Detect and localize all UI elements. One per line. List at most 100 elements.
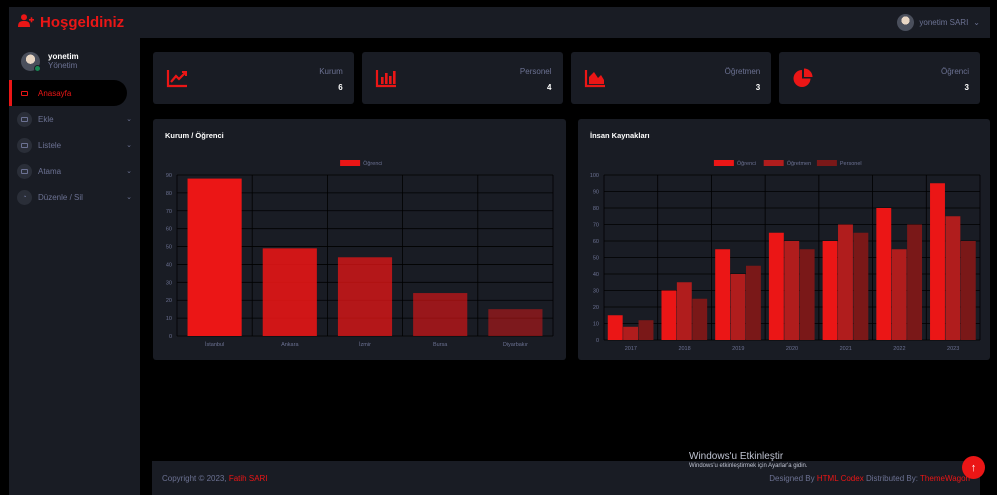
y-tick-label: 30 (166, 280, 172, 286)
x-tick-label: Diyarbakır (503, 342, 528, 348)
chart-area-icon (584, 70, 605, 88)
avatar (21, 51, 41, 72)
sidebar-nav: Anasayfa Ekle ⌄ Listele ⌄ Atama ⌄ ◔ Düze… (9, 80, 140, 210)
legend-label: Personel (840, 161, 862, 167)
stats-row: Kurum 6 Personel 4 Öğretmen 3 Öğrenci 3 (153, 52, 980, 104)
y-tick-label: 100 (590, 173, 599, 179)
sidebar-item-duzenle-sil[interactable]: ◔ Düzenle / Sil ⌄ (9, 184, 140, 210)
user-name: yonetim (48, 52, 79, 61)
y-tick-label: 0 (596, 338, 599, 344)
copyright: Copyright © 2023, Fatih SARI (162, 474, 268, 483)
copyright-text: Copyright © 2023, (162, 473, 227, 483)
credits: Designed By HTML Codex Distributed By: T… (769, 474, 970, 483)
y-tick-label: 70 (166, 209, 172, 215)
stat-value: 4 (547, 83, 552, 92)
y-tick-label: 30 (593, 289, 599, 295)
bar-personel-2022 (907, 224, 923, 340)
legend-label: Öğretmen (787, 160, 811, 167)
x-tick-label: Ankara (281, 342, 299, 348)
watermark-subtitle: Windows'u etkinleştirmek için Ayarlar'a … (689, 463, 808, 469)
app-frame: Hoşgeldiniz yonetim Yönetim Anasayfa Ekl… (9, 7, 990, 495)
bar-öğrenci-2018 (661, 290, 677, 340)
keyboard-icon (17, 163, 32, 179)
chevron-down-icon: ⌄ (126, 194, 132, 201)
y-tick-label: 70 (593, 223, 599, 229)
main-content: yonetim SARI ⌄ Kurum 6 Personel 4 Öğretm… (140, 7, 990, 495)
distributed-by-text: Distributed By: (865, 473, 918, 483)
bar-personel-2018 (692, 298, 708, 340)
topbar-user-label[interactable]: yonetim SARI (919, 18, 968, 27)
user-profile: yonetim Yönetim (9, 38, 140, 78)
chart-bar-icon (375, 70, 396, 88)
stat-value: 6 (338, 83, 343, 92)
bar-öğretmen-2019 (730, 274, 746, 340)
arrow-up-icon: ↑ (970, 461, 977, 474)
bar-personel-2019 (745, 265, 761, 340)
x-tick-label: İstanbul (205, 341, 224, 348)
bar-öğrenci-diyarbakır (488, 309, 543, 336)
bar-öğrenci-i̇stanbul (187, 178, 242, 336)
stat-label: Personel (519, 67, 552, 76)
legend-swatch (763, 160, 784, 166)
sidebar-item-label: Düzenle / Sil (38, 192, 83, 202)
sidebar-item-label: Ekle (38, 114, 54, 124)
chevron-down-icon[interactable]: ⌄ (973, 18, 980, 27)
back-to-top-button[interactable]: ↑ (962, 456, 985, 479)
sidebar-item-atama[interactable]: Atama ⌄ (9, 158, 140, 184)
x-tick-label: 2017 (625, 346, 637, 352)
sidebar-item-listele[interactable]: Listele ⌄ (9, 132, 140, 158)
x-tick-label: 2023 (947, 346, 959, 352)
y-tick-label: 80 (166, 191, 172, 197)
y-tick-label: 60 (593, 239, 599, 245)
sidebar-item-label: Listele (38, 140, 62, 150)
user-plus-icon (18, 14, 34, 31)
y-tick-label: 40 (166, 262, 172, 268)
brand-title: Hoşgeldiniz (40, 14, 125, 31)
legend-swatch (816, 160, 837, 166)
sidebar-item-label: Anasayfa (38, 88, 72, 98)
chevron-down-icon: ⌄ (126, 142, 132, 149)
user-role: Yönetim (48, 61, 78, 70)
gauge-icon: ◔ (17, 189, 32, 205)
chart-panel-kurum-ogrenci: Kurum / Öğrenci 0 10 20 30 40 50 60 70 80 90 İstan… (153, 119, 566, 360)
designer-link[interactable]: HTML Codex (817, 474, 864, 483)
avatar[interactable] (897, 14, 915, 31)
bar-öğrenci-2020 (768, 232, 784, 340)
chart-pie-icon (793, 68, 813, 87)
bar-öğrenci-i̇zmir (337, 257, 393, 336)
y-tick-label: 20 (166, 298, 172, 304)
bar-öğretmen-2017 (623, 326, 639, 340)
stat-label: Kurum (319, 67, 343, 76)
y-tick-label: 10 (593, 322, 599, 328)
keyboard-icon (17, 137, 32, 153)
bar-öğrenci-2021 (822, 241, 838, 340)
x-tick-label: 2020 (786, 346, 798, 352)
y-tick-label: 90 (593, 190, 599, 196)
laptop-icon (17, 85, 32, 101)
stat-value: 3 (755, 83, 761, 92)
sidebar-item-anasayfa[interactable]: Anasayfa (9, 80, 127, 106)
x-tick-label: Bursa (433, 342, 448, 348)
chevron-down-icon: ⌄ (126, 168, 132, 175)
y-tick-label: 50 (166, 245, 172, 251)
legend-label: Öğrenci (363, 160, 382, 167)
online-status-dot (34, 64, 41, 72)
brand[interactable]: Hoşgeldiniz (9, 7, 140, 38)
stat-label: Öğretmen (724, 67, 761, 76)
author-link[interactable]: Fatih SARI (229, 474, 268, 483)
legend-swatch (713, 160, 734, 166)
bar-öğrenci-2019 (715, 249, 731, 340)
sidebar-item-ekle[interactable]: Ekle ⌄ (9, 106, 140, 132)
x-tick-label: 2022 (893, 346, 905, 352)
y-tick-label: 0 (169, 334, 172, 340)
stat-label: Öğrenci (940, 67, 969, 76)
x-tick-label: 2018 (678, 346, 690, 352)
bar-öğretmen-2021 (838, 224, 853, 340)
distributor-link[interactable]: ThemeWagon (920, 474, 970, 483)
bar-öğretmen-2022 (891, 249, 907, 340)
chevron-down-icon: ⌄ (126, 116, 132, 123)
bar-personel-2017 (638, 320, 654, 340)
stat-card-ogretmen: Öğretmen 3 (570, 52, 772, 104)
legend-label: Öğrenci (737, 160, 756, 167)
stat-value: 3 (964, 83, 969, 92)
